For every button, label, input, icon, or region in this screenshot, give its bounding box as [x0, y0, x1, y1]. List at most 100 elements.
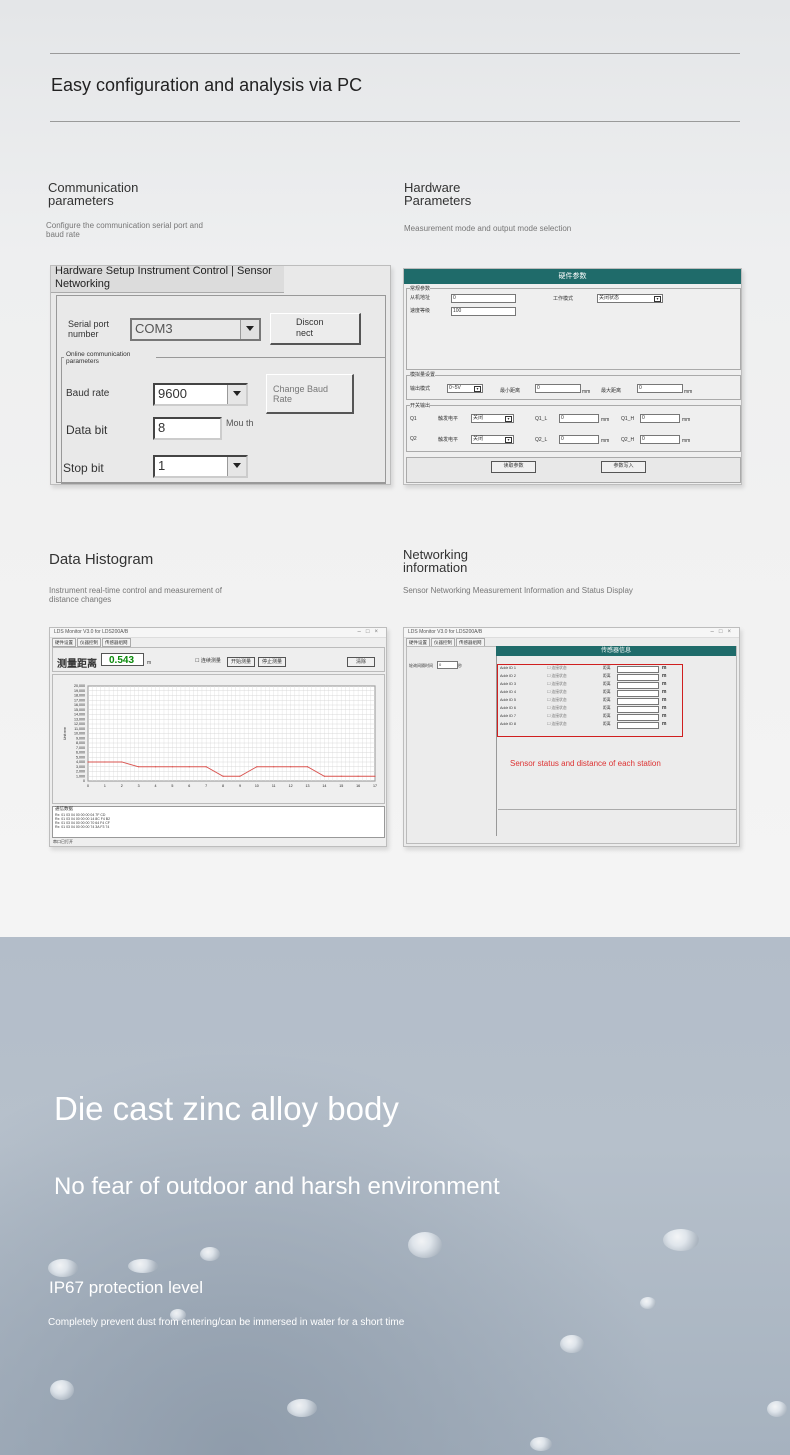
interval-label: 轮询间隔时间: [409, 663, 433, 668]
sensor-addr-label: Addr ID 5: [500, 698, 517, 702]
sensor-distance-unit: m: [662, 689, 667, 695]
baud-rate-value: 9600: [158, 386, 187, 401]
q2h-unit: mm: [682, 438, 691, 444]
sensor-status-checkbox[interactable]: ☐ 连接状态: [547, 706, 567, 711]
change-baud-label: Change Baud Rate: [273, 384, 329, 404]
water-drop: [640, 1297, 656, 1309]
work-mode-select[interactable]: 关闭状态 ▾: [597, 294, 663, 303]
sensor-addr-label: Addr ID 4: [500, 690, 517, 694]
sensor-status-label: 连接状态: [551, 690, 567, 694]
interval-input[interactable]: 0: [437, 661, 458, 669]
water-drop: [200, 1247, 220, 1261]
speed-label: 速度等级: [410, 308, 431, 314]
sensor-distance-field: [617, 714, 659, 721]
data-point: [323, 775, 325, 777]
sensor-status-label: 连接状态: [551, 682, 567, 686]
y-tick-label: 19,000: [74, 689, 85, 693]
window-controls[interactable]: –□×: [711, 628, 736, 637]
sensor-info-header: 传感器信息: [496, 646, 736, 656]
sensor-status-checkbox[interactable]: ☐ 连接状态: [547, 722, 567, 727]
networking-window: LDS Monitor V3.0 for LDS200A/B –□× 硬件设置仪…: [403, 627, 740, 847]
hardware-title-bar: 硬件参数: [404, 269, 741, 284]
chevron-down-icon[interactable]: ▾: [505, 416, 512, 422]
y-tick-label: 10,000: [74, 732, 85, 736]
sensor-status-checkbox[interactable]: ☐ 连接状态: [547, 682, 567, 687]
max-dist-input[interactable]: 0: [637, 384, 683, 393]
water-drop: [287, 1399, 317, 1417]
min-dist-input[interactable]: 0: [535, 384, 581, 393]
q1-trigger-label: 触发电平: [438, 416, 459, 422]
continuous-checkbox-label: 连续测量: [200, 658, 221, 664]
q1l-unit: mm: [601, 417, 610, 423]
chevron-down-icon[interactable]: ▾: [474, 386, 481, 392]
q2h-input[interactable]: 0: [640, 435, 680, 444]
net-titlebar-text: LDS Monitor V3.0 for LDS200A/B: [408, 629, 483, 635]
q1h-input[interactable]: 0: [640, 414, 680, 423]
measure-unit: m: [147, 660, 152, 666]
feature-subheadline: No fear of outdoor and harsh environment: [54, 1173, 500, 1200]
comm-tab-header[interactable]: Hardware Setup Instrument Control | Sens…: [55, 265, 275, 291]
baud-rate-select[interactable]: 9600: [153, 383, 248, 406]
y-tick-label: 20,000: [74, 684, 85, 688]
chevron-down-icon[interactable]: [227, 457, 246, 476]
sensor-status-checkbox[interactable]: ☐ 连接状态: [547, 698, 567, 703]
water-drop: [50, 1380, 74, 1400]
stop-measure-button[interactable]: 停止测量: [258, 657, 286, 667]
sensor-status-checkbox[interactable]: ☐ 连接状态: [547, 714, 567, 719]
start-measure-button[interactable]: 开始测量: [227, 657, 255, 667]
baud-rate-label: Baud rate: [66, 388, 110, 399]
hw-button-bar: [406, 457, 741, 483]
sensor-distance-label: 距离: [603, 674, 611, 678]
chevron-down-icon[interactable]: [227, 385, 246, 404]
slave-addr-input[interactable]: 0: [451, 294, 516, 303]
q1l-input[interactable]: 0: [559, 414, 599, 423]
chevron-down-icon[interactable]: ▾: [654, 296, 661, 302]
sensor-status-label: 连接状态: [551, 666, 567, 670]
x-tick-label: 14: [322, 784, 326, 788]
sensor-distance-field: [617, 674, 659, 681]
output-mode-select[interactable]: 0~5V ▾: [447, 384, 483, 393]
disconnect-button[interactable]: Discon nect: [270, 313, 361, 345]
switch-group-label: 开关输出: [410, 403, 431, 409]
y-tick-label: 6,000: [76, 751, 85, 755]
tab-control[interactable]: 仪器控制: [77, 638, 101, 647]
continuous-checkbox[interactable]: ☐ 连续测量: [195, 658, 221, 664]
hist-section-title: Data Histogram: [49, 551, 154, 568]
x-tick-label: 11: [272, 784, 276, 788]
q1-trigger-select[interactable]: 关闭 ▾: [471, 414, 514, 423]
disconnect-label: Discon nect: [296, 317, 324, 338]
tab-hardware[interactable]: 硬件设置: [52, 638, 76, 647]
tab-network[interactable]: 传感器组网: [102, 638, 131, 647]
change-baud-button[interactable]: Change Baud Rate: [266, 374, 354, 414]
sensor-status-checkbox[interactable]: ☐ 连接状态: [547, 674, 567, 679]
y-axis-label: Unit:mm: [63, 727, 67, 740]
sensor-addr-label: Addr ID 7: [500, 714, 517, 718]
log-title: 通信数据: [55, 806, 73, 811]
x-tick-label: 4: [155, 784, 157, 788]
max-dist-label: 最大距离: [601, 388, 622, 394]
sensor-distance-unit: m: [662, 721, 667, 727]
x-tick-label: 16: [356, 784, 360, 788]
sensor-distance-label: 距离: [603, 698, 611, 702]
read-params-button[interactable]: 读取参数: [491, 461, 536, 473]
sensor-addr-label: Addr ID 3: [500, 682, 517, 686]
data-point: [239, 775, 241, 777]
hardware-params-window: 硬件参数 常规参数 从机地址 0 速度等级 100 工作模式 关闭状态 ▾ 模拟量…: [403, 268, 742, 485]
data-point: [340, 775, 342, 777]
x-tick-label: 2: [121, 784, 123, 788]
x-tick-label: 10: [255, 784, 259, 788]
q2l-input[interactable]: 0: [559, 435, 599, 444]
q2-trigger-select[interactable]: 关闭 ▾: [471, 435, 514, 444]
window-controls[interactable]: –□×: [358, 628, 383, 637]
water-drop: [48, 1259, 78, 1277]
chevron-down-icon[interactable]: [240, 320, 259, 339]
clear-button[interactable]: 清除: [347, 657, 375, 667]
data-bit-input[interactable]: 8: [153, 417, 222, 440]
speed-input[interactable]: 100: [451, 307, 516, 316]
write-params-button[interactable]: 参数写入: [601, 461, 646, 473]
serial-port-select[interactable]: COM3: [130, 318, 261, 341]
sensor-status-checkbox[interactable]: ☐ 连接状态: [547, 690, 567, 695]
chevron-down-icon[interactable]: ▾: [505, 437, 512, 443]
sensor-status-checkbox[interactable]: ☐ 连接状态: [547, 666, 567, 671]
stop-bit-select[interactable]: 1: [153, 455, 248, 478]
